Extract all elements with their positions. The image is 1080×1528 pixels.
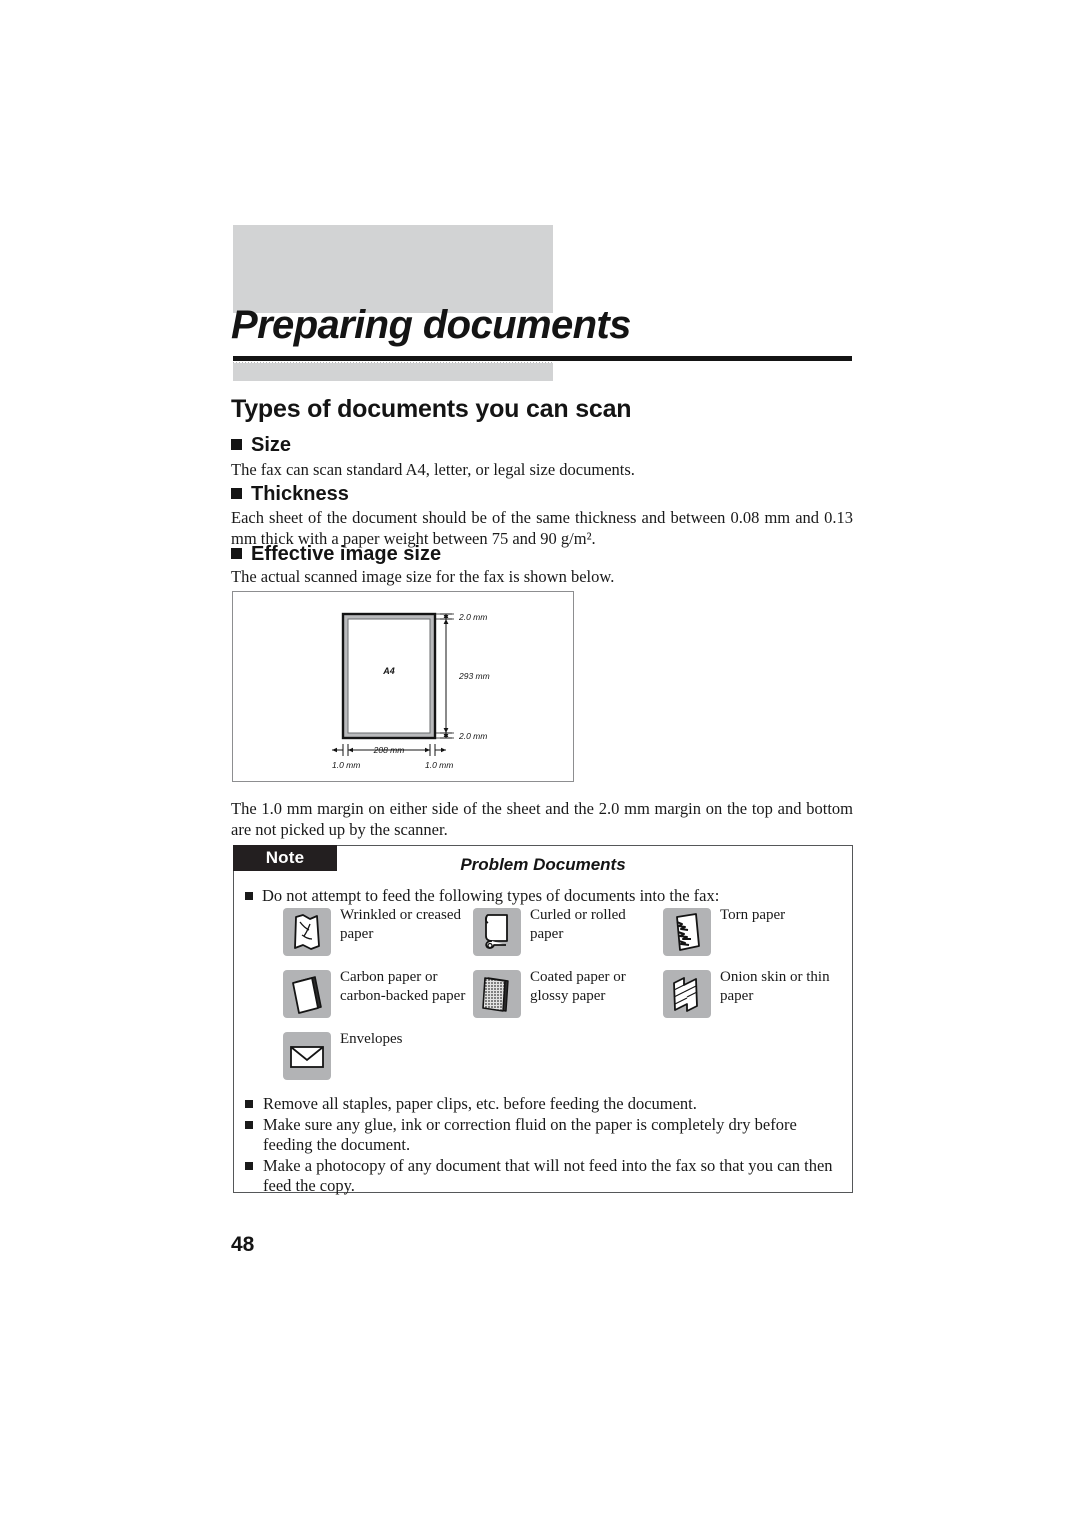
bullet-square-icon <box>245 1120 253 1129</box>
bullet-square-icon <box>245 1100 253 1108</box>
bullet-square-icon <box>245 892 253 900</box>
icon-row-2: Carbon paper or carbon-backed paper Coat… <box>283 969 853 1032</box>
icon-cell-torn-paper: Torn paper <box>663 907 853 970</box>
paragraph-effective-image-size: The actual scanned image size for the fa… <box>231 567 615 586</box>
header-gray-block-secondary <box>233 363 553 381</box>
note-bullet-text: Remove all staples, paper clips, etc. be… <box>263 1094 697 1113</box>
icon-cell-onion-skin-paper: Onion skin or thin paper <box>663 969 853 1032</box>
effective-image-size-diagram: A4 2.0 mm 293 mm 2.0 mm 208 mm 1.0 mm 1.… <box>232 591 574 782</box>
note-bullet-text: Make sure any glue, ink or correction fl… <box>263 1114 797 1155</box>
icon-cell-envelopes: Envelopes <box>283 1031 473 1094</box>
section-title: Types of documents you can scan <box>231 395 632 423</box>
page-number: 48 <box>231 1233 255 1256</box>
subheading-effective-image-size: Effective image size <box>231 543 441 566</box>
header-rule <box>233 356 852 361</box>
diagram-height-label: 293 mm <box>458 671 490 681</box>
note-bullet-item: Make a photocopy of any document that wi… <box>245 1156 841 1197</box>
bullet-square-icon <box>231 548 242 559</box>
paragraph-size: The fax can scan standard A4, letter, or… <box>231 460 635 479</box>
icon-label: Wrinkled or creased paper <box>340 907 462 942</box>
diagram-width-label: 208 mm <box>373 745 405 755</box>
note-heading: Problem Documents <box>460 855 626 874</box>
icon-label: Curled or rolled paper <box>530 907 626 942</box>
subheading-thickness-label: Thickness <box>251 483 349 505</box>
icon-label: Coated paper or glossy paper <box>530 969 626 1004</box>
coated-paper-icon <box>473 970 521 1018</box>
diagram-right-margin-label: 1.0 mm <box>425 760 453 770</box>
icon-label: Envelopes <box>340 1031 403 1047</box>
note-intro-text: Do not attempt to feed the following typ… <box>262 886 720 905</box>
icon-cell-coated-paper: Coated paper or glossy paper <box>473 969 663 1032</box>
icon-cell-carbon-paper: Carbon paper or carbon-backed paper <box>283 969 473 1032</box>
diagram-svg: A4 2.0 mm 293 mm 2.0 mm 208 mm 1.0 mm 1.… <box>332 612 490 770</box>
icon-cell-wrinkled-paper: Wrinkled or creased paper <box>283 907 473 970</box>
icon-cell-curled-paper: Curled or rolled paper <box>473 907 663 970</box>
header-gray-block <box>233 225 553 313</box>
note-bullet-item: Remove all staples, paper clips, etc. be… <box>245 1094 841 1115</box>
bullet-square-icon <box>245 1161 253 1170</box>
manual-page: Preparing documents Types of documents y… <box>0 0 1080 1528</box>
subheading-size-label: Size <box>251 434 292 456</box>
icon-label: Onion skin or thin paper <box>720 969 830 1004</box>
curled-paper-icon <box>473 908 521 956</box>
icon-label: Torn paper <box>720 907 786 923</box>
onion-skin-paper-icon <box>663 970 711 1018</box>
paragraph-margin-note: The 1.0 mm margin on either side of the … <box>231 799 853 839</box>
note-box-top-border <box>337 845 853 846</box>
icon-label: Carbon paper or carbon-backed paper <box>340 969 466 1004</box>
icon-row-3: Envelopes <box>283 1031 853 1094</box>
bullet-square-icon <box>231 439 242 450</box>
envelope-icon <box>283 1032 331 1080</box>
chapter-title: Preparing documents <box>231 303 631 347</box>
diagram-left-margin-label: 1.0 mm <box>332 760 360 770</box>
torn-paper-icon <box>663 908 711 956</box>
diagram-top-margin-label: 2.0 mm <box>458 612 487 622</box>
note-bullet-item: Make sure any glue, ink or correction fl… <box>245 1115 841 1156</box>
note-bullet-text: Make a photocopy of any document that wi… <box>263 1155 833 1196</box>
note-intro: Do not attempt to feed the following typ… <box>245 886 845 906</box>
diagram-sheet-label: A4 <box>382 666 395 676</box>
carbon-paper-icon <box>283 970 331 1018</box>
bullet-square-icon <box>231 488 242 499</box>
subheading-size: Size <box>231 434 291 457</box>
subheading-effective-label: Effective image size <box>251 543 442 565</box>
diagram-bottom-margin-label: 2.0 mm <box>458 731 487 741</box>
wrinkled-paper-icon <box>283 908 331 956</box>
icon-row-1: Wrinkled or creased paper Curled or roll… <box>283 907 853 970</box>
problem-documents-icon-grid: Wrinkled or creased paper Curled or roll… <box>283 907 853 1094</box>
subheading-thickness: Thickness <box>231 483 349 506</box>
note-bullet-list: Remove all staples, paper clips, etc. be… <box>245 1094 841 1197</box>
